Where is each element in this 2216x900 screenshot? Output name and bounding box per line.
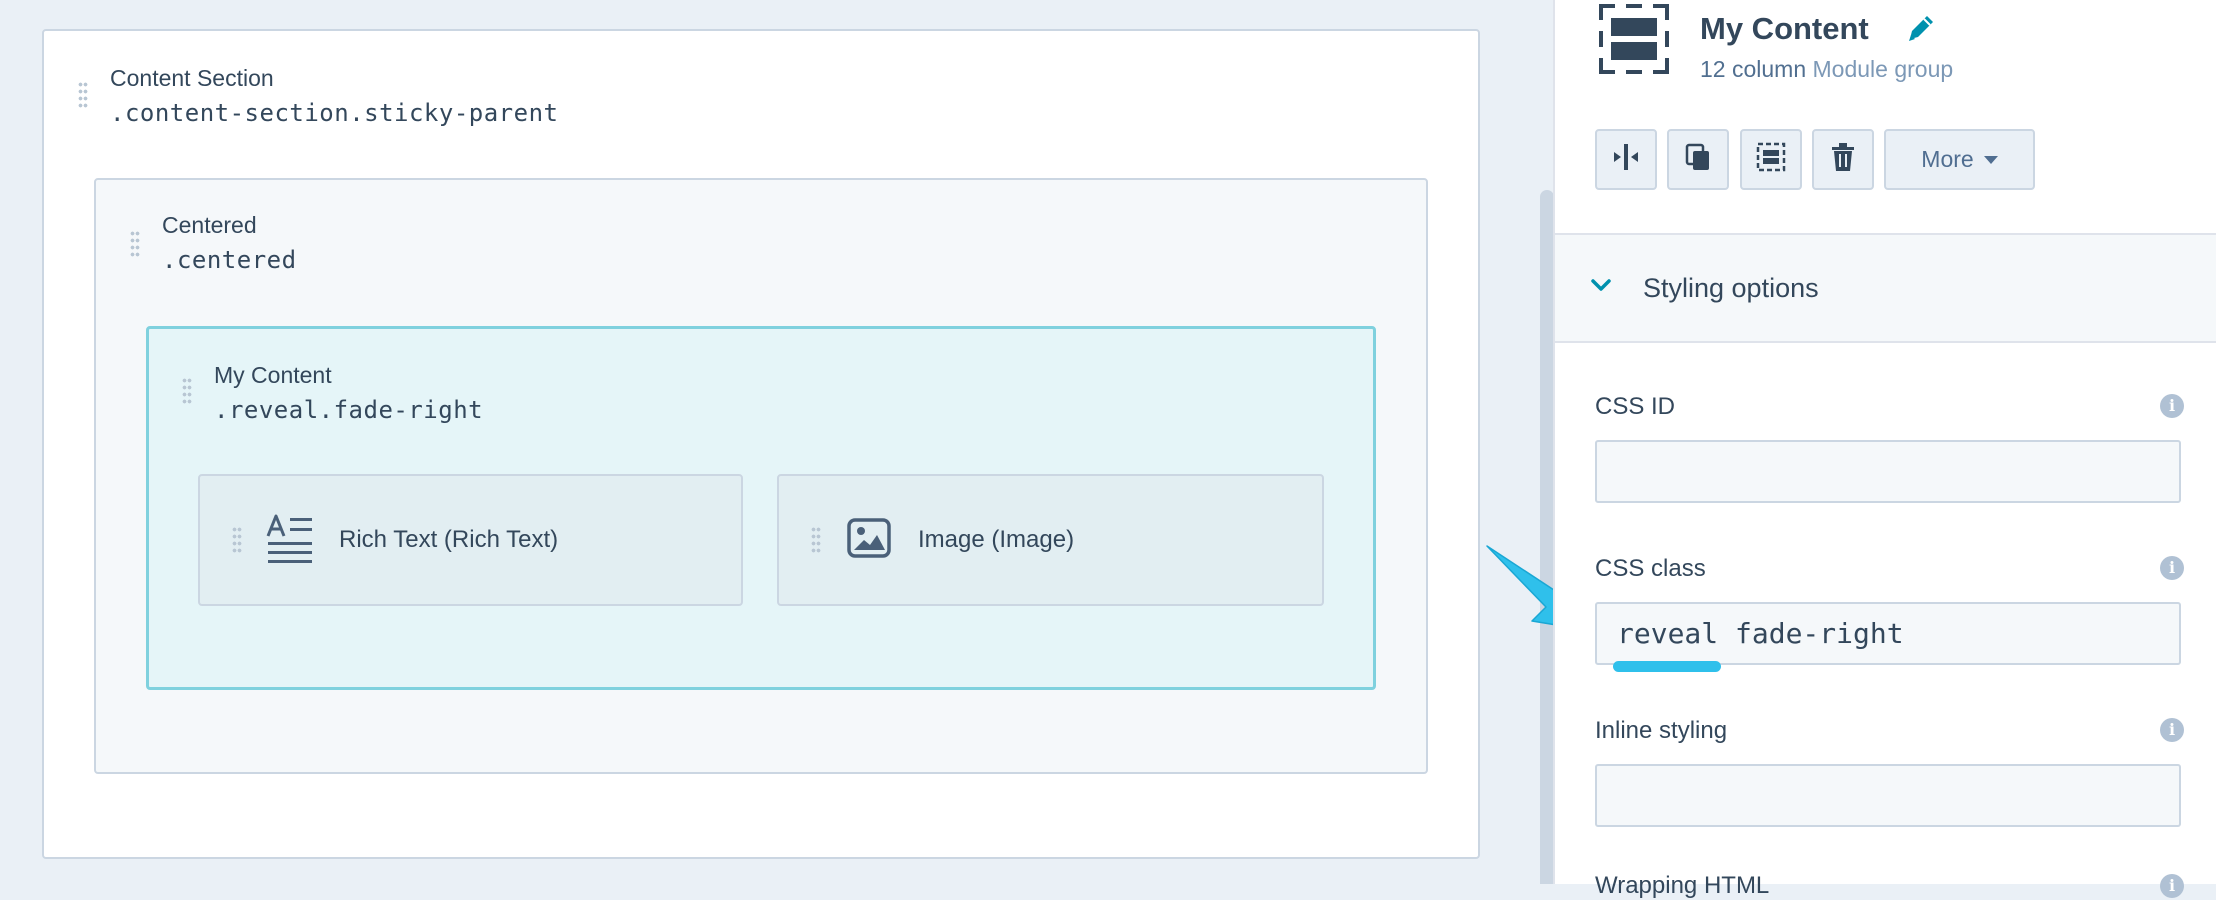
module-group-icon bbox=[1599, 4, 1669, 79]
rich-text-icon bbox=[266, 514, 316, 571]
centered-css-class: .centered bbox=[162, 246, 297, 274]
chevron-down-icon bbox=[1590, 278, 1612, 297]
rich-text-module-label: Rich Text (Rich Text) bbox=[339, 526, 559, 553]
css-class-label: CSS class bbox=[1595, 555, 1706, 582]
trash-icon bbox=[1830, 142, 1856, 177]
delete-button[interactable] bbox=[1812, 129, 1874, 190]
canvas-scrollbar[interactable] bbox=[1540, 190, 1554, 884]
wrapping-html-label: Wrapping HTML bbox=[1595, 872, 1770, 899]
highlight-underline bbox=[1613, 661, 1721, 672]
more-label: More bbox=[1921, 146, 1974, 172]
section-name: Content Section bbox=[110, 65, 274, 91]
panel-subtitle: 12 column Module group bbox=[1700, 56, 1953, 83]
clone-icon bbox=[1684, 142, 1712, 177]
clone-button[interactable] bbox=[1667, 129, 1729, 190]
module-group-link[interactable]: Module group bbox=[1813, 56, 1954, 82]
split-button[interactable] bbox=[1595, 129, 1657, 190]
image-icon bbox=[847, 518, 891, 563]
css-class-input[interactable] bbox=[1595, 602, 2181, 665]
split-icon bbox=[1611, 142, 1641, 177]
styling-options-title: Styling options bbox=[1643, 273, 1819, 303]
info-icon[interactable]: i bbox=[2160, 874, 2184, 898]
group-button[interactable] bbox=[1740, 129, 1802, 190]
drag-handle[interactable] bbox=[182, 377, 192, 405]
caret-down-icon bbox=[1983, 155, 1998, 164]
column-count: 12 column bbox=[1700, 56, 1807, 82]
image-module-label: Image (Image) bbox=[918, 526, 1075, 553]
more-dropdown-button[interactable]: More bbox=[1884, 129, 2035, 190]
group-css-class: .reveal.fade-right bbox=[214, 396, 484, 424]
inline-styling-input[interactable] bbox=[1595, 764, 2181, 827]
centered-name: Centered bbox=[162, 212, 257, 238]
inspector-panel: My Content 12 column Module group More S… bbox=[1553, 0, 2216, 899]
css-id-input[interactable] bbox=[1595, 440, 2181, 503]
rich-text-module[interactable]: Rich Text (Rich Text) bbox=[198, 474, 743, 606]
css-id-label: CSS ID bbox=[1595, 393, 1676, 420]
image-module[interactable]: Image (Image) bbox=[777, 474, 1324, 606]
styling-options-toggle[interactable]: Styling options bbox=[1555, 233, 2216, 343]
drag-handle[interactable] bbox=[78, 81, 88, 109]
drag-handle[interactable] bbox=[130, 230, 140, 258]
info-icon[interactable]: i bbox=[2160, 718, 2184, 742]
pencil-icon[interactable] bbox=[1905, 12, 1937, 49]
info-icon[interactable]: i bbox=[2160, 556, 2184, 580]
info-icon[interactable]: i bbox=[2160, 394, 2184, 418]
group-name: My Content bbox=[214, 362, 332, 388]
layout-canvas: Content Section .content-section.sticky-… bbox=[0, 0, 1540, 884]
drag-handle[interactable] bbox=[811, 526, 821, 554]
group-icon bbox=[1756, 142, 1786, 177]
drag-handle[interactable] bbox=[232, 526, 242, 554]
panel-title: My Content bbox=[1700, 11, 1869, 46]
section-css-class: .content-section.sticky-parent bbox=[110, 99, 559, 127]
inline-styling-label: Inline styling bbox=[1595, 717, 1728, 744]
